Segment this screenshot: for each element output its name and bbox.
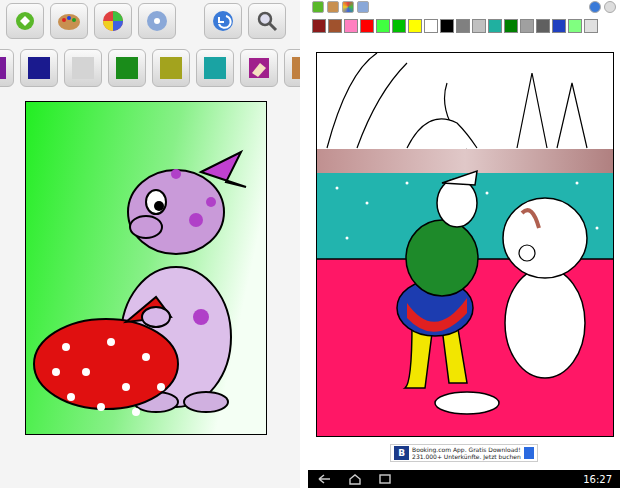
coloring-canvas[interactable] [316,52,614,437]
color-swatch[interactable] [584,19,598,33]
color-wheel-icon [101,9,125,33]
fill-tool-button[interactable] [6,3,44,39]
home-icon[interactable] [348,473,362,485]
color-swatch[interactable] [456,19,470,33]
disk-icon [145,9,169,33]
color-palette [0,49,300,89]
color-swatch[interactable] [284,49,300,87]
back-arrow-icon [211,9,235,33]
right-app: B Booking.com App. Gratis Download! 231.… [308,0,620,488]
back-icon[interactable] [316,473,332,485]
color-swatch[interactable] [504,19,518,33]
color-chip [116,57,138,79]
palette-icon[interactable] [327,1,339,13]
color-wheel-icon[interactable] [342,1,354,13]
color-swatch[interactable] [20,49,58,87]
color-swatch[interactable] [196,49,234,87]
color-swatch[interactable] [392,19,406,33]
clock: 16:27 [583,474,612,485]
color-swatch[interactable] [408,19,422,33]
download-icon [524,447,534,459]
color-wheel-button[interactable] [94,3,132,39]
color-swatch[interactable] [0,49,14,87]
ad-banner[interactable]: B Booking.com App. Gratis Download! 231.… [390,444,538,462]
zoom-button[interactable] [248,3,286,39]
color-chip [204,57,226,79]
disk-icon[interactable] [357,1,369,13]
magnifier-icon[interactable] [604,1,616,13]
color-swatch[interactable] [64,49,102,87]
brush-button[interactable] [50,3,88,39]
fill-tool-icon[interactable] [312,1,324,13]
color-swatch[interactable] [424,19,438,33]
color-swatch[interactable] [312,19,326,33]
ad-row: B Booking.com App. Gratis Download! 231.… [308,437,620,470]
color-swatch[interactable] [440,19,454,33]
fill-icon [13,9,37,33]
color-swatch[interactable] [152,49,190,87]
ad-logo: B [394,446,409,460]
toolbar [308,0,620,15]
color-swatch[interactable] [536,19,550,33]
recent-apps-icon[interactable] [378,473,392,485]
color-swatch[interactable] [108,49,146,87]
color-swatch[interactable] [520,19,534,33]
color-swatch[interactable] [472,19,486,33]
ad-text: Booking.com App. Gratis Download! 231.00… [412,446,521,460]
creature-picture [26,102,266,434]
color-swatch[interactable] [552,19,566,33]
river-picture [317,53,613,436]
color-chip [28,57,50,79]
undo-button[interactable] [204,3,242,39]
color-palette [308,15,620,33]
color-swatch[interactable] [360,19,374,33]
color-chip [160,57,182,79]
screen: B Booking.com App. Gratis Download! 231.… [0,0,620,488]
color-swatch[interactable] [568,19,582,33]
palette-icon [56,9,82,33]
status-bar: 16:27 [308,470,620,488]
color-chip [72,57,94,79]
toolbar [0,0,300,43]
coloring-canvas[interactable] [25,101,267,435]
eraser-icon [248,57,270,79]
save-button[interactable] [138,3,176,39]
magnifier-icon [255,9,279,33]
color-swatch[interactable] [344,19,358,33]
color-chip [0,57,6,79]
color-swatch[interactable] [488,19,502,33]
color-chip [292,57,300,79]
undo-icon[interactable] [589,1,601,13]
color-swatch[interactable] [328,19,342,33]
color-swatch[interactable] [240,49,278,87]
color-swatch[interactable] [376,19,390,33]
left-app [0,0,300,488]
